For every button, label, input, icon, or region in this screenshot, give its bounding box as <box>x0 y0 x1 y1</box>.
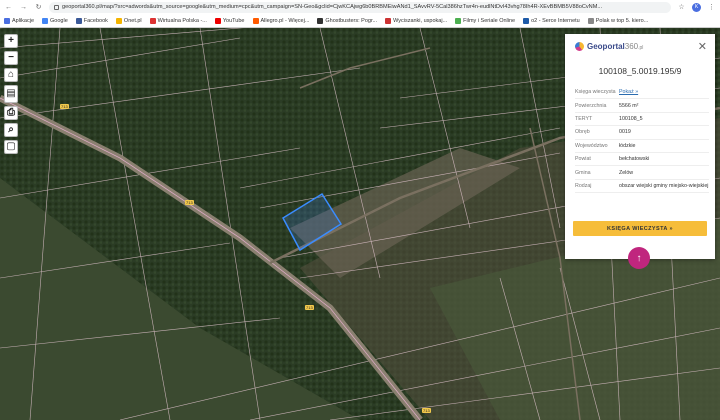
attribute-row: Powierzchnia 5566 m² <box>575 99 709 113</box>
bookmark-label: Ghostbusters: Pogr... <box>325 17 378 24</box>
zoom-out-button[interactable]: − <box>4 51 18 65</box>
bookmark-item[interactable]: Onet.pl <box>115 17 142 24</box>
bookmark-label: Allegro.pl - Więcej... <box>260 17 310 24</box>
bookmark-item[interactable]: Aplikacje <box>4 17 35 24</box>
bookmark-icon <box>317 17 324 24</box>
bookmark-item[interactable]: YouTube <box>214 17 245 24</box>
bookmark-label: YouTube <box>222 17 245 24</box>
bookmark-icon <box>149 17 156 24</box>
road-number-label: 713 <box>185 200 194 205</box>
reload-icon[interactable]: ↻ <box>34 3 43 12</box>
attribute-value: 0019 <box>619 129 631 136</box>
measure-icon[interactable]: ▢ <box>4 140 18 154</box>
bookmark-item[interactable]: Wyciszanki, uspokaj... <box>385 17 448 24</box>
bookmark-icon <box>252 17 259 24</box>
bookmark-item[interactable]: Ghostbusters: Pogr... <box>317 17 378 24</box>
road-number-label: 713 <box>422 408 431 413</box>
bookmarks-bar: Aplikacje Google Facebook Onet.pl Wirtualna … <box>0 14 720 27</box>
attribute-value: Zelów <box>619 169 634 176</box>
url-text: geoportal360.pl/map/?src=adwords&utm_sou… <box>62 4 603 10</box>
parcel-attributes: Księga wieczysta Pokaż » Powierzchnia 5566 … <box>575 86 709 194</box>
attribute-key: Powierzchnia <box>575 102 607 109</box>
layers-icon[interactable]: ▤ <box>4 85 18 103</box>
logo-suffix: 360 <box>624 42 639 51</box>
bookmark-icon <box>385 17 392 24</box>
scroll-up-button[interactable]: ↑ <box>628 247 650 269</box>
back-icon[interactable]: ← <box>4 3 13 12</box>
bookmark-label: Google <box>50 17 68 24</box>
address-row: ← → ↻ geoportal360.pl/map/?src=adwords&u… <box>0 0 720 14</box>
attribute-row: Województwo łódzkie <box>575 140 709 153</box>
attribute-key: Księga wieczysta <box>575 89 616 96</box>
attribute-key: Powiat <box>575 156 591 163</box>
attribute-row: Obręb 0019 <box>575 126 709 140</box>
parcel-info-panel: Geoportal360.pl ✕ 100108_5.0019.195/9 Ks… <box>565 34 715 259</box>
bookmark-label: o2 - Serce Internetu <box>531 17 580 24</box>
bookmark-label: Onet.pl <box>123 17 142 24</box>
road-number-label: 713 <box>60 104 69 109</box>
avatar[interactable]: K <box>692 2 701 12</box>
land-register-link[interactable]: Pokaż » <box>619 89 709 95</box>
bookmark-label: Wirtualna Polska -... <box>157 17 207 24</box>
address-bar[interactable]: geoportal360.pl/map/?src=adwords&utm_sou… <box>49 1 671 13</box>
close-icon[interactable]: ✕ <box>698 40 707 53</box>
bookmark-label: Filmy i Seriale Online <box>463 17 516 24</box>
attribute-key: Obręb <box>575 129 590 136</box>
bookmark-label: Polak w top 5. kiero... <box>595 17 649 24</box>
logo: Geoportal360.pl <box>575 42 643 51</box>
browser-chrome: ← → ↻ geoportal360.pl/map/?src=adwords&u… <box>0 0 720 28</box>
zoom-in-button[interactable]: + <box>4 34 18 48</box>
search-icon[interactable]: ⌕ <box>4 123 18 137</box>
attribute-key: TERYT <box>575 115 593 122</box>
bookmark-item[interactable]: Filmy i Seriale Online <box>455 17 516 24</box>
bookmark-icon <box>214 17 221 24</box>
bookmark-icon <box>455 17 462 24</box>
attribute-row: Księga wieczysta Pokaż » <box>575 86 709 100</box>
bookmark-label: Aplikacje <box>12 17 35 24</box>
bookmark-icon <box>4 17 10 24</box>
print-icon[interactable]: ⎙ <box>4 106 18 120</box>
land-register-button[interactable]: KSIĘGA WIECZYSTA » <box>573 221 707 236</box>
home-icon[interactable]: ⌂ <box>4 68 18 82</box>
arrow-up-icon: ↑ <box>636 252 642 264</box>
attribute-row: Rodzaj obszar wiejski gminy miejsko-wiejs… <box>575 180 709 194</box>
attribute-key: Gmina <box>575 169 591 176</box>
map-toolbar: + − ⌂ ▤ ⎙ ⌕ ▢ <box>4 34 18 154</box>
bookmark-item[interactable]: Google <box>42 17 68 24</box>
bookmark-icon <box>587 17 594 24</box>
bookmark-icon <box>75 17 82 24</box>
parcel-id: 100108_5.0019.195/9 <box>598 66 682 76</box>
attribute-row: TERYT 100108_5 <box>575 113 709 127</box>
bookmark-icon <box>523 17 530 24</box>
bookmark-item[interactable]: o2 - Serce Internetu <box>523 17 580 24</box>
road-number-label: 713 <box>305 305 314 310</box>
attribute-row: Powiat bełchatowski <box>575 153 709 167</box>
star-icon[interactable]: ☆ <box>677 3 686 12</box>
forward-icon[interactable]: → <box>19 3 28 12</box>
bookmark-item[interactable]: Polak w top 5. kiero... <box>587 17 649 24</box>
attribute-value: bełchatowski <box>619 156 650 163</box>
bookmark-label: Wyciszanki, uspokaj... <box>393 17 448 24</box>
bookmark-label: Facebook <box>83 17 108 24</box>
menu-icon[interactable]: ⋮ <box>707 3 716 12</box>
bookmark-item[interactable]: Facebook <box>75 17 108 24</box>
attribute-key: Rodzaj <box>575 182 592 189</box>
lock-icon <box>54 4 59 10</box>
bookmark-item[interactable]: Wirtualna Polska -... <box>149 17 207 24</box>
attribute-row: Gmina Zelów <box>575 166 709 180</box>
attribute-value: obszar wiejski gminy miejsko-wiejskiej <box>619 182 709 189</box>
attribute-key: Województwo <box>575 142 608 149</box>
bookmark-item[interactable]: Allegro.pl - Więcej... <box>252 17 310 24</box>
logo-icon <box>575 42 584 51</box>
bookmark-icon <box>42 17 49 24</box>
logo-main: Geoportal <box>587 42 625 51</box>
logo-tld: .pl <box>638 45 644 51</box>
bookmark-icon <box>115 17 122 24</box>
attribute-value: 5566 m² <box>619 102 639 109</box>
attribute-value: 100108_5 <box>619 115 643 122</box>
attribute-value: łódzkie <box>619 142 636 149</box>
